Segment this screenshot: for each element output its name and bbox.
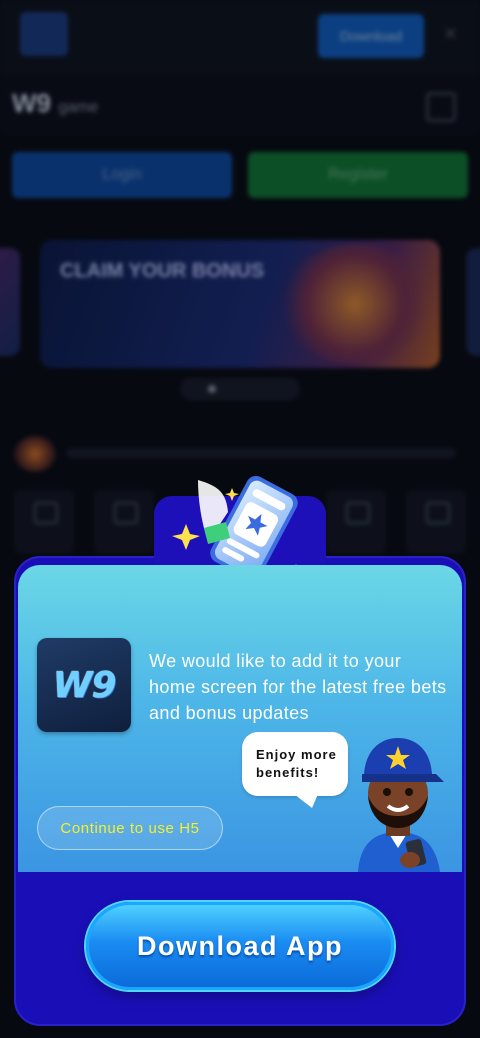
- continue-h5-button[interactable]: Continue to use H5: [37, 806, 223, 850]
- download-app-label: Download App: [137, 930, 343, 961]
- download-app-button[interactable]: Download App: [86, 902, 394, 990]
- speech-bubble: Enjoy more benefits!: [242, 732, 348, 796]
- bubble-text: Enjoy more benefits!: [256, 747, 337, 780]
- app-icon-text: W9: [52, 664, 117, 706]
- mascot-icon: [358, 738, 444, 872]
- dialog-message: We would like to add it to your home scr…: [149, 651, 447, 723]
- app-icon: W9: [37, 638, 131, 732]
